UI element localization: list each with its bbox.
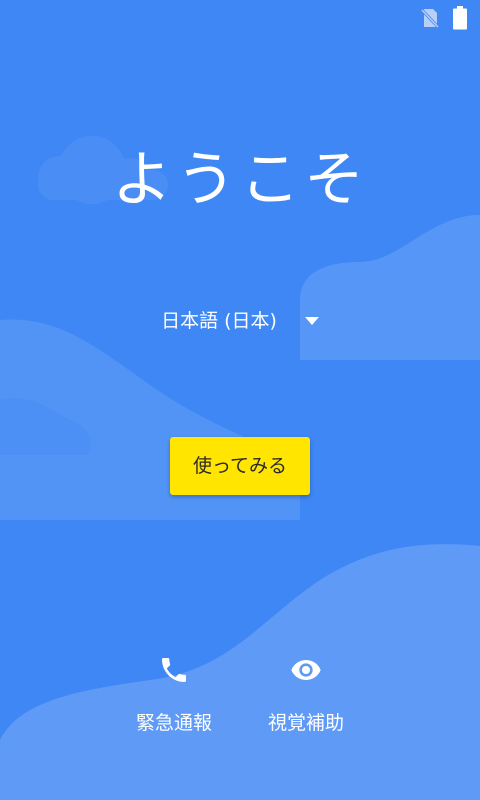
language-selector[interactable]: 日本語 (日本) xyxy=(140,296,340,346)
language-label: 日本語 (日本) xyxy=(161,310,277,332)
welcome-title: ようこそ xyxy=(112,145,368,215)
phone-icon xyxy=(162,658,186,682)
welcome-screen: ようこそ 日本語 (日本) 使ってみる 緊急通報 視覚補助 xyxy=(0,0,480,800)
background-art xyxy=(0,136,480,800)
status-bar xyxy=(0,0,480,36)
dropdown-arrow-icon xyxy=(304,317,319,325)
start-button[interactable]: 使ってみる xyxy=(170,437,310,495)
eye-icon xyxy=(291,660,321,680)
no-sim-icon xyxy=(420,8,440,29)
emergency-call-label: 緊急通報 xyxy=(135,712,212,734)
emergency-call-button[interactable]: 緊急通報 xyxy=(114,648,234,748)
battery-icon xyxy=(453,6,467,30)
bottom-wave-shape xyxy=(0,544,480,800)
vision-assist-label: 視覚補助 xyxy=(267,712,344,734)
vision-assist-button[interactable]: 視覚補助 xyxy=(246,648,366,748)
